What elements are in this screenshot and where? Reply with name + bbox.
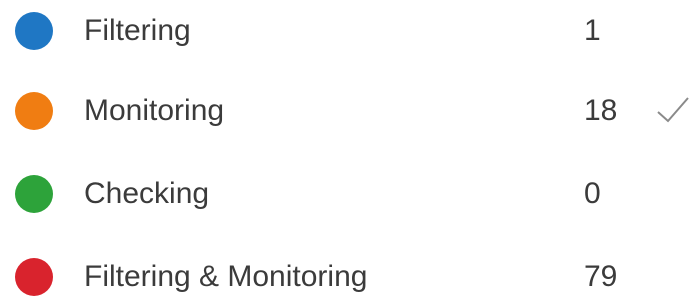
legend-item-monitoring[interactable]: Monitoring 18 [0, 86, 692, 136]
legend-item-count: 1 [584, 14, 601, 47]
color-dot [15, 92, 53, 130]
legend-item-checking[interactable]: Checking 0 [0, 169, 692, 219]
legend-item-count: 79 [584, 260, 618, 293]
color-dot [15, 175, 53, 213]
color-dot [15, 12, 53, 50]
check-icon [657, 97, 689, 123]
legend-item-count: 0 [584, 177, 601, 210]
legend-item-label: Checking [84, 177, 210, 210]
color-dot [15, 258, 53, 296]
legend-item-label: Monitoring [84, 94, 225, 127]
legend-item-label: Filtering & Monitoring [84, 260, 368, 293]
legend-item-count: 18 [584, 94, 618, 127]
legend-item-filtering[interactable]: Filtering 1 [0, 6, 692, 56]
legend-list: Filtering 1 Monitoring 18 Checking 0 Fil… [0, 0, 692, 296]
legend-item-label: Filtering [84, 14, 191, 47]
